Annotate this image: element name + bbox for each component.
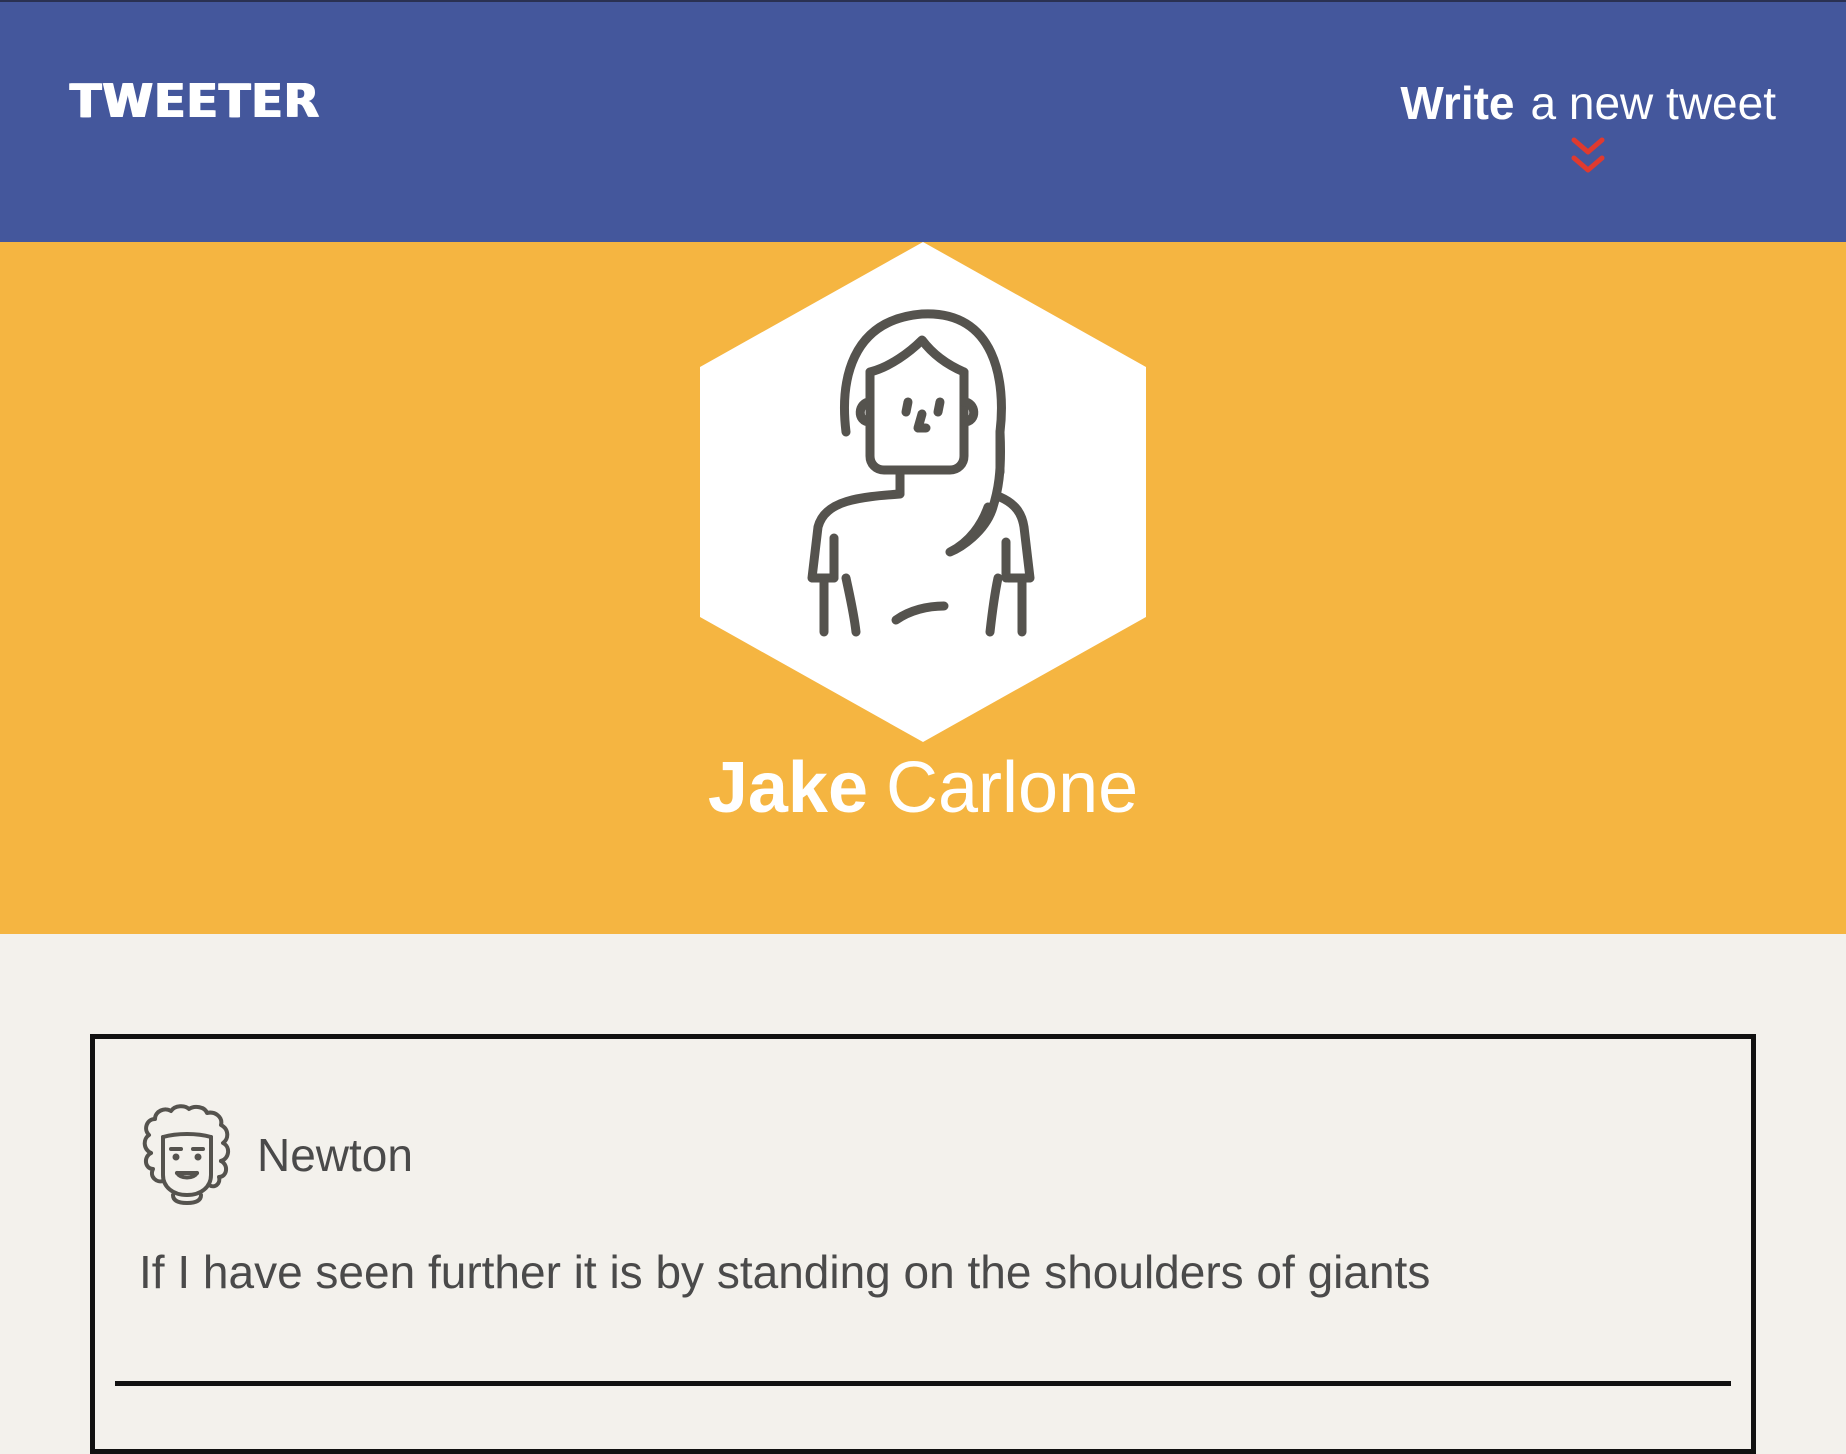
write-label-rest: a new tweet <box>1530 77 1776 129</box>
profile-hero: Jake Carlone <box>0 242 1846 934</box>
tweet-header: Newton <box>137 1103 413 1207</box>
brand-logo[interactable]: TWEETER <box>70 74 320 128</box>
top-nav: TWEETER Write a new tweet <box>0 0 1846 242</box>
profile-name: Jake Carlone <box>0 752 1846 824</box>
tweet-author[interactable]: Newton <box>257 1128 413 1182</box>
tweet-divider <box>115 1381 1731 1386</box>
profile-avatar <box>700 242 1146 742</box>
double-chevron-down-icon[interactable] <box>1570 136 1606 178</box>
tweet-feed: Newton If I have seen further it is by s… <box>0 934 1846 1454</box>
profile-first-name: Jake <box>707 748 869 828</box>
write-new-tweet-label: Write a new tweet <box>1400 76 1776 130</box>
write-new-tweet-toggle[interactable]: Write a new tweet <box>1400 76 1776 178</box>
tweet-card: Newton If I have seen further it is by s… <box>90 1034 1756 1454</box>
profile-last-name: Carlone <box>886 748 1139 828</box>
newton-avatar-icon <box>142 1104 230 1205</box>
tweet-text: If I have seen further it is by standing… <box>139 1246 1431 1298</box>
write-label-bold: Write <box>1400 77 1515 129</box>
